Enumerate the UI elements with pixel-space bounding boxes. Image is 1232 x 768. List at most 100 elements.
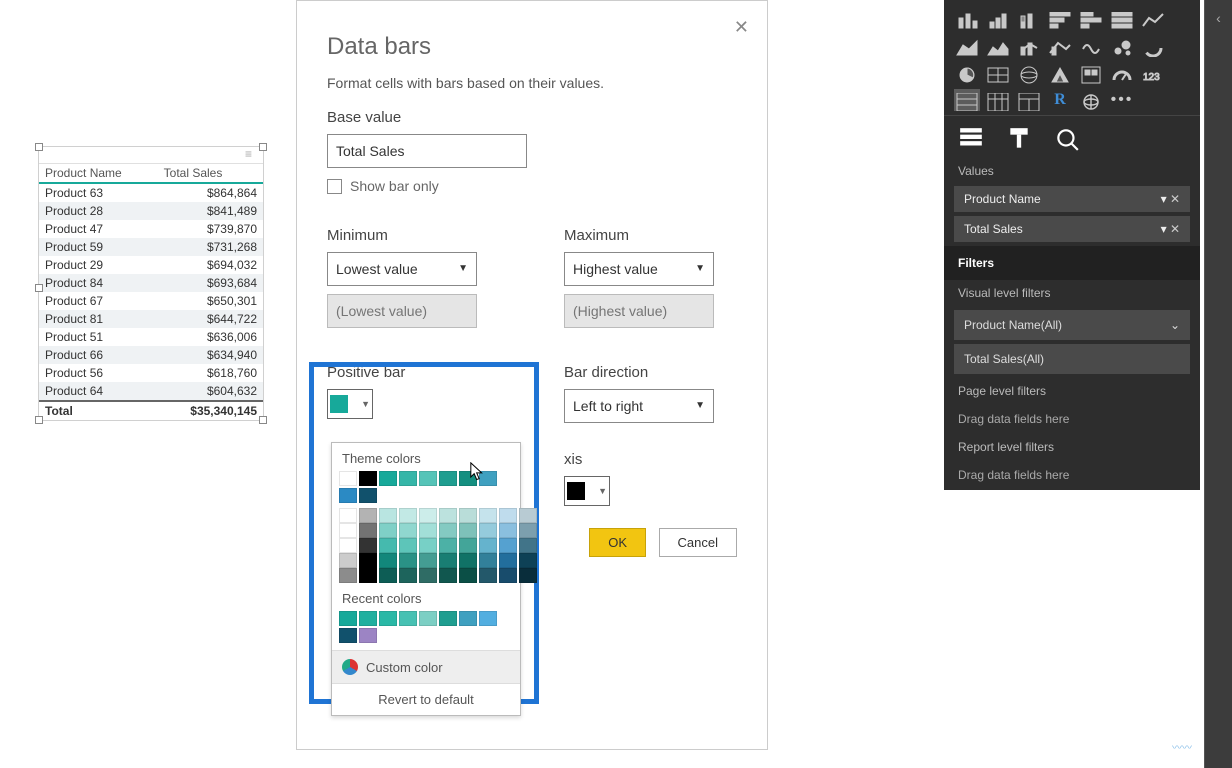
color-swatch[interactable] [419,538,437,553]
viz-treemap-icon[interactable] [985,62,1011,84]
color-swatch[interactable] [359,538,377,553]
viz-stacked-bar-icon[interactable] [954,8,980,30]
axis-color-button[interactable]: ▼ [564,476,610,506]
viz-clustered-bar-icon[interactable] [985,8,1011,30]
color-swatch[interactable] [419,508,437,523]
remove-field-icon[interactable]: ✕ [1170,192,1180,206]
color-swatch[interactable] [459,568,477,583]
viz-stacked-area-icon[interactable] [985,35,1011,57]
color-swatch[interactable] [339,471,357,486]
color-swatch[interactable] [439,611,457,626]
color-swatch[interactable] [499,568,517,583]
color-swatch[interactable] [379,611,397,626]
collapsed-fields-pane[interactable]: ‹ [1204,0,1232,768]
color-swatch[interactable] [439,508,457,523]
color-swatch[interactable] [339,523,357,538]
base-value-input[interactable] [327,134,527,168]
color-swatch[interactable] [399,523,417,538]
viz-globe-map-icon[interactable] [1016,62,1042,84]
field-total-sales[interactable]: Total Sales▾ ✕ [954,216,1190,242]
color-swatch[interactable] [479,538,497,553]
viz-line-chart-icon[interactable] [1140,8,1166,30]
color-swatch[interactable] [419,568,437,583]
visual-drag-handle[interactable]: ≡ [39,147,263,164]
color-swatch[interactable] [439,538,457,553]
color-swatch[interactable] [359,611,377,626]
viz-ribbon-icon[interactable] [1078,35,1104,57]
color-swatch[interactable] [339,628,357,643]
table-row[interactable]: Product 28$841,489 [39,202,263,220]
color-swatch[interactable] [379,471,397,486]
color-swatch[interactable] [339,553,357,568]
minimum-mode-dropdown[interactable]: Lowest value▼ [327,252,477,286]
table-row[interactable]: Product 84$693,684 [39,274,263,292]
color-swatch[interactable] [439,523,457,538]
viz-line-bar-icon[interactable] [1047,35,1073,57]
filter-total-sales[interactable]: Total Sales(All) [954,344,1190,374]
ok-button[interactable]: OK [589,528,646,557]
table-row[interactable]: Product 81$644,722 [39,310,263,328]
viz-donut-icon[interactable] [1140,35,1166,57]
viz-r-script-icon[interactable]: R [1047,89,1073,111]
color-swatch[interactable] [399,568,417,583]
color-swatch[interactable] [359,553,377,568]
color-swatch[interactable] [359,508,377,523]
color-swatch[interactable] [419,523,437,538]
color-swatch[interactable] [519,523,537,538]
resize-handle-se[interactable] [259,416,267,424]
viz-gauge-icon[interactable] [1109,62,1135,84]
remove-field-icon[interactable]: ✕ [1170,222,1180,236]
table-row[interactable]: Product 59$731,268 [39,238,263,256]
viz-table-icon[interactable] [954,89,980,111]
color-swatch[interactable] [399,538,417,553]
viz-funnel-icon[interactable] [1047,62,1073,84]
positive-bar-color-button[interactable]: ▼ [327,389,373,419]
viz-arcgis-icon[interactable] [1078,89,1104,111]
color-swatch[interactable] [499,508,517,523]
analytics-tab-icon[interactable] [1054,126,1080,148]
color-swatch[interactable] [399,471,417,486]
table-row[interactable]: Product 67$650,301 [39,292,263,310]
show-bar-only-checkbox[interactable]: Show bar only [327,178,439,194]
color-swatch[interactable] [439,568,457,583]
color-swatch[interactable] [439,553,457,568]
color-swatch[interactable] [479,568,497,583]
color-swatch[interactable] [479,611,497,626]
table-row[interactable]: Product 51$636,006 [39,328,263,346]
color-swatch[interactable] [359,568,377,583]
color-swatch[interactable] [359,488,377,503]
table-row[interactable]: Product 66$634,940 [39,346,263,364]
maximum-value-input[interactable] [564,294,714,328]
custom-color-button[interactable]: Custom color [332,650,520,683]
color-swatch[interactable] [419,611,437,626]
viz-area-chart-icon[interactable] [954,35,980,57]
revert-to-default-button[interactable]: Revert to default [332,683,520,715]
table-row[interactable]: Product 29$694,032 [39,256,263,274]
color-swatch[interactable] [519,553,537,568]
color-swatch[interactable] [499,523,517,538]
color-swatch[interactable] [459,523,477,538]
color-swatch[interactable] [419,471,437,486]
color-swatch[interactable] [359,471,377,486]
viz-scatter-icon[interactable] [1109,35,1135,57]
color-swatch[interactable] [399,508,417,523]
table-row[interactable]: Product 47$739,870 [39,220,263,238]
viz-pie-icon[interactable] [954,62,980,84]
color-swatch[interactable] [379,538,397,553]
color-swatch[interactable] [459,508,477,523]
color-swatch[interactable] [419,553,437,568]
color-swatch[interactable] [459,538,477,553]
color-swatch[interactable] [479,508,497,523]
color-swatch[interactable] [379,568,397,583]
report-filters-dropzone[interactable]: Drag data fields here [944,460,1200,490]
minimum-value-input[interactable] [327,294,477,328]
table-visual[interactable]: ≡ Product Name Total Sales Product 63$86… [38,146,264,421]
viz-filled-map-icon[interactable] [1078,62,1104,84]
resize-handle-ne[interactable] [259,143,267,151]
viz-stacked-bar-100-icon[interactable] [1016,8,1042,30]
color-swatch[interactable] [499,538,517,553]
color-swatch[interactable] [519,538,537,553]
table-row[interactable]: Product 64$604,632 [39,382,263,401]
viz-matrix-icon[interactable] [985,89,1011,111]
color-swatch[interactable] [339,508,357,523]
